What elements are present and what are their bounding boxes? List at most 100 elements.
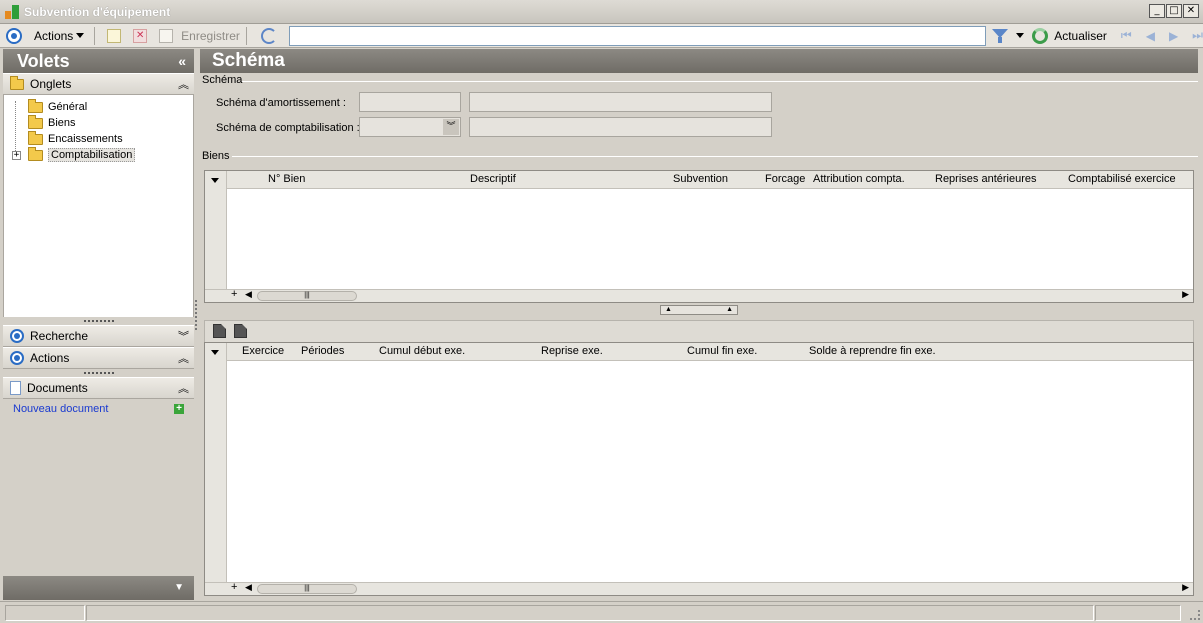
collapse-up-icon[interactable]: ︽	[178, 380, 189, 396]
recherche-group-header[interactable]: Recherche ︾	[3, 325, 194, 347]
documents-label: Documents	[27, 381, 88, 395]
add-row-icon[interactable]: +	[231, 288, 237, 300]
volets-header: Volets «	[3, 49, 194, 73]
recherche-label: Recherche	[30, 329, 89, 343]
detail-toolbar	[204, 320, 1194, 342]
add-row-icon[interactable]: +	[231, 581, 237, 593]
column-chooser-icon[interactable]	[211, 350, 219, 355]
panel-splitter[interactable]	[195, 300, 197, 330]
column-header[interactable]: Comptabilisé exercice	[1068, 173, 1176, 185]
section-divider	[232, 156, 1198, 157]
expand-icon[interactable]: +	[12, 150, 21, 160]
close-button[interactable]: ✕	[1183, 4, 1199, 18]
panel-resize-grip[interactable]	[3, 317, 194, 325]
collapse-up-icon[interactable]: ︽	[178, 76, 189, 92]
column-header[interactable]: Descriptif	[470, 173, 516, 185]
documents-group-header[interactable]: Documents ︽	[3, 377, 194, 399]
sync-icon[interactable]	[260, 27, 277, 44]
horizontal-scrollbar[interactable]: + ◀ ||| ▶	[205, 288, 1193, 302]
scroll-left-icon[interactable]: ◀	[245, 583, 252, 593]
minimize-button[interactable]: _	[1149, 4, 1165, 18]
title-bar: Subvention d'équipement _ □ ✕	[0, 0, 1203, 24]
maximize-button[interactable]: □	[1166, 4, 1182, 18]
new-record-icon[interactable]	[107, 28, 122, 43]
filter-dropdown-icon[interactable]	[1016, 33, 1025, 38]
column-chooser-icon[interactable]	[211, 178, 219, 183]
add-document-icon[interactable]: +	[174, 404, 184, 414]
toolbar-separator	[245, 26, 247, 45]
comptabilisation-label: Schéma de comptabilisation :	[216, 122, 360, 134]
last-record-icon[interactable]: ⏭	[1192, 28, 1203, 43]
column-header[interactable]: Forcage	[765, 173, 805, 185]
horizontal-scrollbar[interactable]: + ◀ ||| ▶	[205, 581, 1193, 595]
biens-grid: N° Bien Descriptif Subvention Forcage At…	[204, 170, 1194, 303]
first-record-icon[interactable]: ⏮	[1121, 28, 1132, 43]
column-header[interactable]: Reprises antérieures	[935, 173, 1037, 185]
refresh-button[interactable]: Actualiser	[1054, 29, 1107, 43]
actions-menu-button[interactable]: Actions	[34, 29, 73, 43]
filter-icon[interactable]	[992, 28, 1009, 43]
grid-splitter[interactable]: ▲ ▲	[660, 305, 738, 315]
column-header[interactable]: Attribution compta.	[813, 173, 905, 185]
toolbar: Actions ✕ Enregistrer Actualiser ⏮ ◀ ▶ ⏭	[0, 24, 1203, 48]
comptabilisation-description-field	[469, 117, 772, 137]
search-input[interactable]	[288, 25, 987, 46]
scroll-right-icon[interactable]: ▶	[1182, 290, 1189, 300]
collapse-up-icon[interactable]: ︽	[178, 350, 189, 366]
folder-icon	[28, 114, 43, 129]
biens-grid-header: N° Bien Descriptif Subvention Forcage At…	[205, 171, 1193, 189]
tree-item-comptabilisation[interactable]: + Comptabilisation	[12, 146, 193, 163]
volets-panel: Volets « Onglets ︽ Général Biens Encaiss…	[3, 49, 194, 601]
amortissement-code-field[interactable]	[359, 92, 461, 112]
column-header[interactable]: Exercice	[242, 345, 284, 357]
periods-grid: Exercice Périodes Cumul début exe. Repri…	[204, 342, 1194, 596]
scroll-thumb[interactable]: |||	[257, 584, 357, 594]
panel-resize-grip[interactable]	[3, 369, 194, 377]
refresh-icon[interactable]	[1032, 27, 1049, 44]
expand-down-icon[interactable]: ︾	[178, 328, 189, 344]
column-header[interactable]: Solde à reprendre fin exe.	[809, 345, 936, 357]
save-button[interactable]: Enregistrer	[181, 29, 240, 43]
document-icon[interactable]	[234, 324, 247, 338]
resize-grip-icon[interactable]	[1190, 610, 1200, 620]
column-header[interactable]: Reprise exe.	[541, 345, 603, 357]
scroll-thumb[interactable]: |||	[257, 291, 357, 301]
collapse-panel-icon[interactable]: «	[178, 53, 186, 69]
panel-footer-menu[interactable]: ▼	[3, 576, 194, 600]
save-icon[interactable]	[159, 28, 174, 43]
row-selector-column	[205, 343, 227, 595]
folder-icon	[28, 130, 43, 145]
scroll-left-icon[interactable]: ◀	[245, 290, 252, 300]
column-header[interactable]: N° Bien	[268, 173, 305, 185]
status-cell	[1095, 605, 1181, 621]
tree-item-biens[interactable]: Biens	[12, 114, 193, 131]
column-header[interactable]: Cumul début exe.	[379, 345, 465, 357]
column-header[interactable]: Subvention	[673, 173, 728, 185]
scroll-right-icon[interactable]: ▶	[1182, 583, 1189, 593]
actions-circle-icon[interactable]	[6, 27, 22, 44]
chevron-down-icon[interactable]: ▼	[174, 582, 184, 593]
amortissement-label: Schéma d'amortissement :	[216, 97, 346, 109]
document-icon[interactable]	[213, 324, 226, 338]
comptabilisation-code-field[interactable]: ︾	[359, 117, 461, 137]
column-header[interactable]: Cumul fin exe.	[687, 345, 757, 357]
tree-item-encaissements[interactable]: Encaissements	[12, 130, 193, 147]
next-record-icon[interactable]: ▶	[1169, 29, 1178, 43]
previous-record-icon[interactable]: ◀	[1146, 29, 1155, 43]
actions-dropdown-icon[interactable]	[76, 33, 85, 38]
window-title: Subvention d'équipement	[24, 4, 171, 19]
folder-open-icon	[28, 146, 43, 161]
column-header[interactable]: Périodes	[301, 345, 344, 357]
onglets-group-header[interactable]: Onglets ︽	[3, 73, 194, 95]
chevron-down-icon[interactable]: ︾	[443, 119, 459, 135]
tree-item-general[interactable]: Général	[12, 98, 193, 115]
delete-icon[interactable]: ✕	[133, 28, 148, 43]
new-document-link[interactable]: Nouveau document	[13, 403, 108, 415]
documents-body: Nouveau document +	[3, 399, 194, 419]
tree-item-label: Biens	[48, 117, 76, 129]
actions-label: Actions	[30, 351, 70, 365]
tree-item-label: Comptabilisation	[48, 148, 136, 162]
actions-group-header[interactable]: Actions ︽	[3, 347, 194, 369]
folder-icon	[28, 98, 43, 113]
section-divider	[242, 81, 1198, 82]
